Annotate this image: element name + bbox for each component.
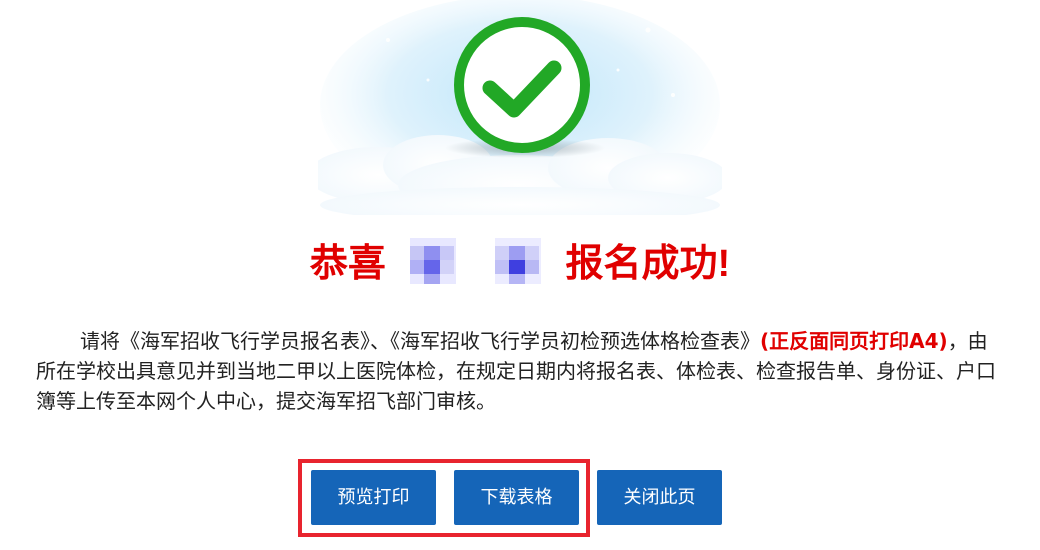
applicant-name-redacted-2 — [494, 237, 541, 284]
download-form-button[interactable]: 下载表格 — [454, 470, 579, 525]
success-prefix: 恭喜 — [309, 242, 386, 285]
instructions-text: 请将《海军招收飞行学员报名表》、《海军招收飞行学员初检预选体格检查表》(正反面同… — [36, 326, 1002, 416]
close-page-button[interactable]: 关闭此页 — [597, 470, 722, 525]
applicant-name-redacted — [410, 237, 457, 284]
instructions-emphasis: (正反面同页打印A4) — [760, 329, 948, 353]
success-suffix: 报名成功! — [565, 242, 731, 285]
success-title: 恭喜 报名成功! — [0, 232, 1040, 294]
preview-print-button[interactable]: 预览打印 — [311, 470, 436, 525]
checkmark-circle-icon — [318, 0, 722, 215]
success-illustration — [318, 0, 722, 215]
instructions-before: 请将《海军招收飞行学员报名表》、《海军招收飞行学员初检预选体格检查表》 — [80, 329, 760, 353]
